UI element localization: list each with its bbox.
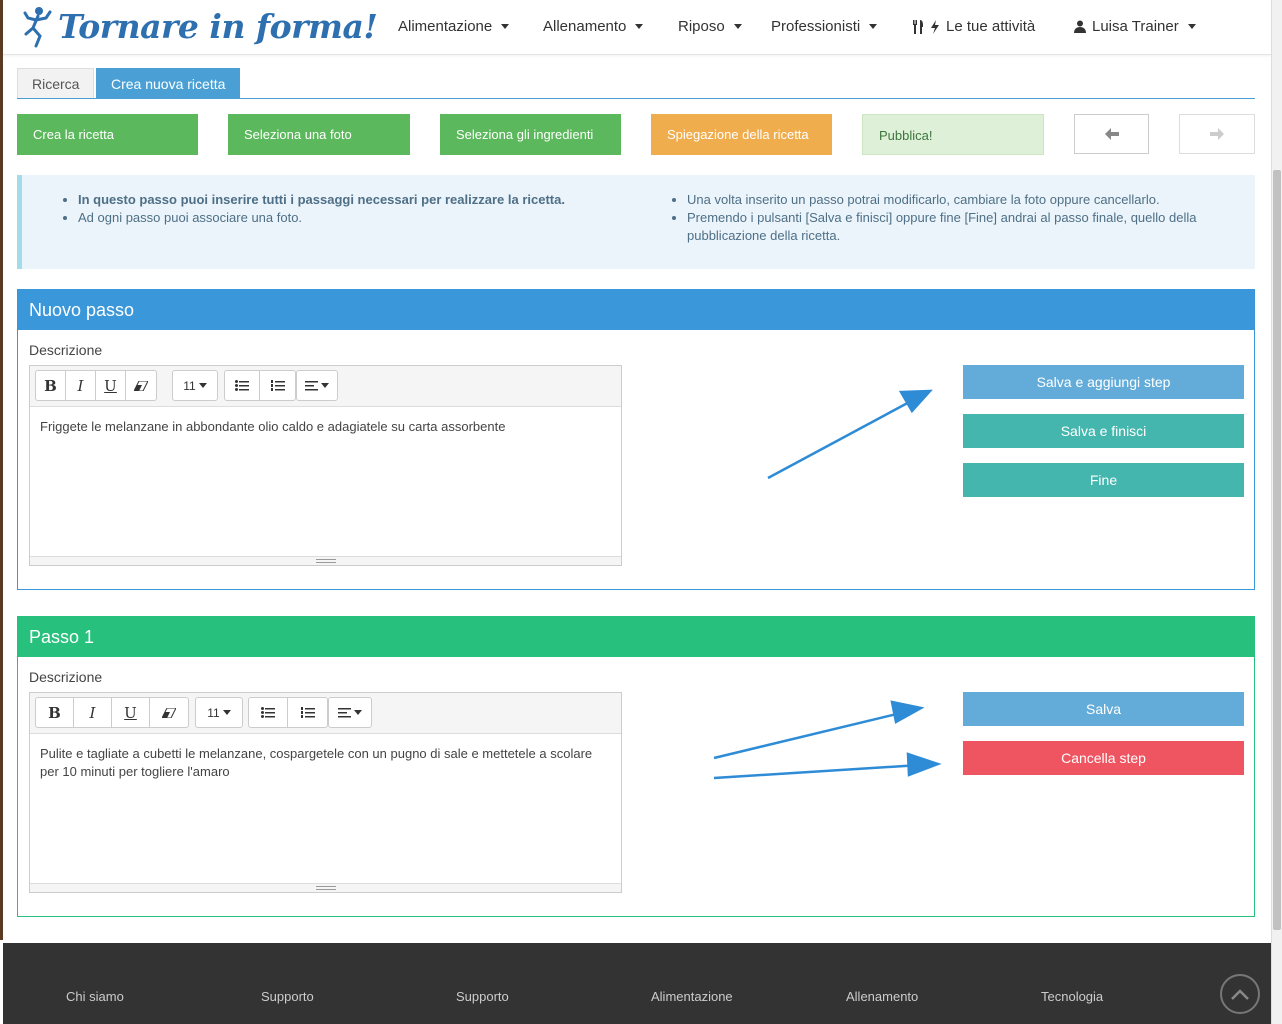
arrow-head-icon bbox=[890, 700, 925, 724]
footer-link-allenamento[interactable]: Allenamento bbox=[846, 989, 918, 1004]
scroll-to-top-button[interactable] bbox=[1220, 974, 1260, 1014]
scrollbar-thumb[interactable] bbox=[1273, 170, 1281, 930]
annotation-arrows bbox=[713, 389, 942, 780]
arrow-head-icon bbox=[906, 752, 942, 777]
footer bbox=[3, 943, 1271, 1024]
arrow-head-icon bbox=[898, 389, 933, 414]
footer-link-supporto[interactable]: Supporto bbox=[261, 989, 314, 1004]
footer-link-tecnologia[interactable]: Tecnologia bbox=[1041, 989, 1103, 1004]
footer-link-alimentazione[interactable]: Alimentazione bbox=[651, 989, 733, 1004]
annotation-arrow bbox=[713, 763, 921, 780]
footer-link-chi-siamo[interactable]: Chi siamo bbox=[66, 989, 124, 1004]
annotation-arrow bbox=[767, 397, 916, 480]
annotation-arrow bbox=[713, 710, 906, 760]
footer-link-supporto-2[interactable]: Supporto bbox=[456, 989, 509, 1004]
chevron-up-icon bbox=[1231, 988, 1249, 1000]
